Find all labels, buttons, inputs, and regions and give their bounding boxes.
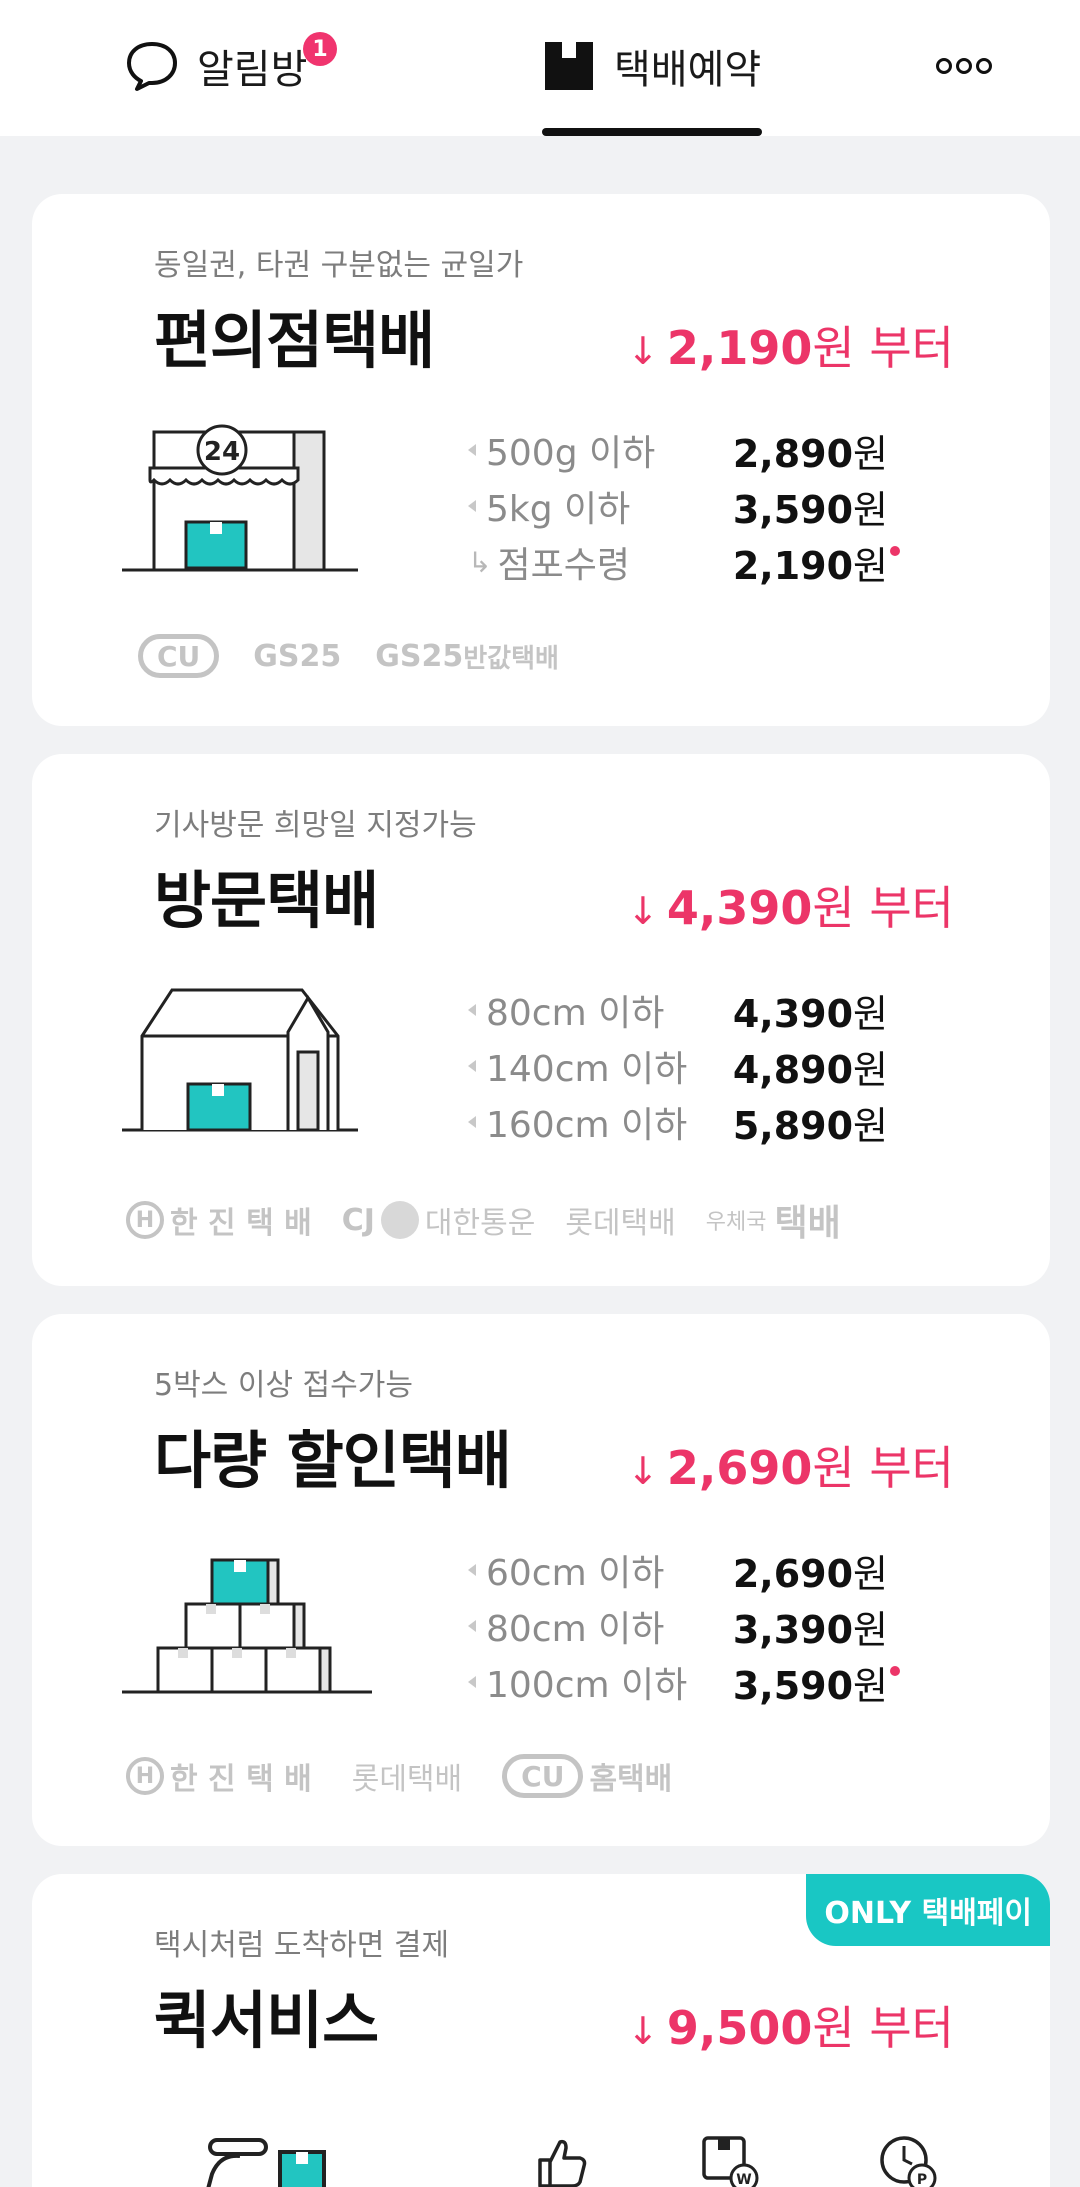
down-arrow-icon: ↓ (627, 2009, 659, 2053)
rate-amount: 2,690 (732, 1551, 854, 1596)
cu-home-delivery-logo: CU 홈택배 (502, 1754, 672, 1798)
rate-label: 5kg 이하 (486, 489, 631, 530)
price-unit: 원 부터 (812, 881, 954, 935)
price-from: ↓ 9,500 원 부터 (627, 1992, 954, 2058)
carrier-logos: H한 진 택 배 롯데택배 CU 홈택배 (126, 1754, 672, 1798)
chat-bubble-icon (125, 39, 179, 93)
rate-label: 160cm 이하 (486, 1105, 688, 1146)
scooter-icon (206, 2138, 326, 2187)
thumbs-up-icon (538, 2139, 587, 2187)
rate-amount: 3,590 (732, 1663, 854, 1708)
card-title: 다량 할인택배 (154, 1424, 512, 1497)
price-unit: 원 부터 (812, 321, 954, 375)
lotte-logo: 롯데택배 (565, 1206, 676, 1241)
rate-amount: 2,890 (732, 431, 854, 476)
clock-p-icon: P (880, 2136, 937, 2187)
rate-row: 60cm 이하 2,690원 (432, 1542, 972, 1598)
rate-row: 140cm 이하 4,890원 (432, 1038, 972, 1094)
lotte-logo: 롯데택배 (351, 1762, 463, 1797)
rate-row: 80cm 이하 3,390원 (432, 1598, 972, 1654)
card-title: 편의점택배 (154, 304, 435, 377)
rate-label: 140cm 이하 (486, 1049, 688, 1090)
rate-amount: 5,890 (732, 1103, 854, 1148)
rate-row: 80cm 이하 4,390원 (432, 982, 972, 1038)
svg-text:P: P (917, 2172, 927, 2187)
cu-logo: CU (138, 634, 220, 678)
hanjin-logo: H한 진 택 배 (126, 1198, 312, 1242)
active-tab-indicator (542, 128, 762, 136)
house-icon (122, 988, 358, 1132)
price-amount: 2,190 (666, 321, 813, 375)
notification-badge: 1 (303, 32, 337, 66)
feature-icons: W P (122, 2120, 1002, 2187)
stacked-boxes-icon (122, 1558, 372, 1694)
card-subtitle: 5박스 이상 접수가능 (154, 1368, 413, 1403)
hanjin-logo: H한 진 택 배 (126, 1754, 312, 1798)
rate-label: 60cm 이하 (486, 1553, 665, 1594)
card-subtitle: 동일권, 타권 구분없는 균일가 (154, 248, 524, 283)
rate-row: 100cm 이하 3,590원 (432, 1654, 972, 1710)
gs25-half-price-logo: GS25 반값택배 (375, 638, 559, 674)
more-menu-button[interactable] (936, 34, 992, 98)
rate-list: 60cm 이하 2,690원 80cm 이하 3,390원 100cm 이하 3… (432, 1542, 972, 1710)
bulk-discount-delivery-card[interactable]: 5박스 이상 접수가능 다량 할인택배 ↓ 2,690 원 부터 60cm 이하… (32, 1314, 1050, 1846)
price-unit: 원 부터 (812, 2001, 954, 2055)
convenience-store-icon: 24 (122, 424, 358, 572)
korea-post-logo: 우체국 택배 (705, 1203, 841, 1244)
rate-amount: 4,890 (732, 1047, 854, 1092)
quick-service-card[interactable]: ONLY 택배페이 택시처럼 도착하면 결제 퀵서비스 ↓ 9,500 원 부터… (32, 1874, 1050, 2187)
card-title: 방문택배 (154, 864, 379, 937)
down-arrow-icon: ↓ (627, 329, 659, 373)
tab-delivery[interactable]: 택배예약 (542, 34, 761, 98)
rate-amount: 3,390 (732, 1607, 854, 1652)
rate-label: 500g 이하 (486, 433, 656, 474)
box-icon (542, 39, 596, 93)
visit-delivery-card[interactable]: 기사방문 희망일 지정가능 방문택배 ↓ 4,390 원 부터 80cm 이하 … (32, 754, 1050, 1286)
price-unit: 원 부터 (812, 1441, 954, 1495)
return-arrow-icon: ↳ (468, 545, 492, 579)
rate-label: 점포수령 (497, 545, 630, 586)
card-subtitle: 택시처럼 도착하면 결제 (154, 1928, 450, 1963)
price-from: ↓ 4,390 원 부터 (627, 872, 954, 938)
rate-list: 500g 이하 2,890원 5kg 이하 3,590원 ↳ 점포수령 2,190… (432, 422, 972, 590)
rate-label: 80cm 이하 (486, 1609, 665, 1650)
price-from: ↓ 2,690 원 부터 (627, 1432, 954, 1498)
tab-alarm[interactable]: 알림방 1 (125, 32, 337, 98)
svg-text:W: W (736, 2172, 751, 2187)
price-amount: 4,390 (666, 881, 813, 935)
rate-amount: 4,390 (732, 991, 854, 1036)
convenience-store-delivery-card[interactable]: 동일권, 타권 구분없는 균일가 편의점택배 ↓ 2,190 원 부터 24 5… (32, 194, 1050, 726)
rate-list: 80cm 이하 4,390원 140cm 이하 4,890원 160cm 이하 … (432, 982, 972, 1150)
card-title: 퀵서비스 (154, 1984, 379, 2057)
price-from: ↓ 2,190 원 부터 (627, 312, 954, 378)
rate-amount: 2,190 (732, 543, 854, 588)
rate-label: 100cm 이하 (486, 1665, 688, 1706)
carrier-logos: H한 진 택 배 CJ 대한통운 롯데택배 우체국 택배 (126, 1194, 841, 1246)
carrier-logos: CU GS25 GS25 반값택배 (138, 634, 559, 678)
highlight-dot (890, 1666, 900, 1676)
gs25-logo: GS25 (253, 638, 342, 674)
rate-row: 500g 이하 2,890원 (432, 422, 972, 478)
price-amount: 2,690 (666, 1441, 813, 1495)
tab-delivery-label: 택배예약 (614, 47, 762, 93)
rate-label: 80cm 이하 (486, 993, 665, 1034)
down-arrow-icon: ↓ (627, 1449, 659, 1493)
rate-row: 160cm 이하 5,890원 (432, 1094, 972, 1150)
tab-alarm-label: 알림방 (197, 47, 308, 93)
top-nav: 알림방 1 택배예약 (0, 0, 1080, 136)
highlight-dot (890, 546, 900, 556)
only-delivery-pay-badge: ONLY 택배페이 (806, 1874, 1050, 1946)
down-arrow-icon: ↓ (627, 889, 659, 933)
more-icon (936, 58, 992, 74)
rate-row: 5kg 이하 3,590원 (432, 478, 972, 534)
card-subtitle: 기사방문 희망일 지정가능 (154, 808, 477, 843)
rate-amount: 3,590 (732, 487, 854, 532)
box-won-icon: W (702, 2136, 759, 2187)
svg-text:24: 24 (204, 437, 240, 467)
rate-row: ↳ 점포수령 2,190원 (432, 534, 972, 590)
cj-logistics-logo: CJ 대한통운 (341, 1201, 536, 1241)
price-amount: 9,500 (666, 2001, 813, 2055)
